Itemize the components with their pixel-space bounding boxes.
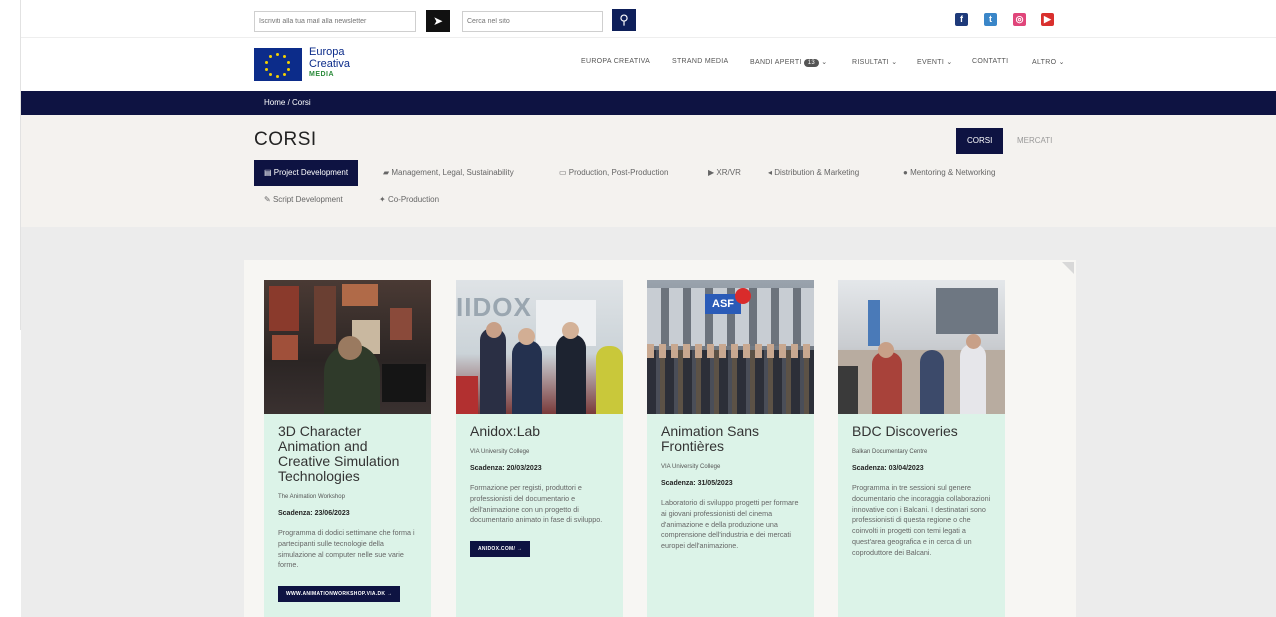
search-input[interactable] (462, 11, 603, 32)
course-card[interactable]: IIDOX Anidox:Lab VIA University College … (456, 280, 623, 617)
breadcrumb-bar: Home / Corsi (21, 91, 1276, 115)
twitter-icon[interactable]: t (984, 13, 997, 26)
tab-script-development[interactable]: ✎ Script Development (264, 187, 343, 213)
play-icon: ▶ (708, 168, 715, 177)
tab-co-production[interactable]: ✦ Co-Production (379, 187, 439, 213)
course-title[interactable]: Anidox:Lab (470, 424, 612, 439)
chevron-down-icon: ⌄ (946, 59, 953, 66)
instagram-icon[interactable]: ◎ (1013, 13, 1026, 26)
course-description: Programma in tre sessioni sul genere doc… (852, 483, 991, 557)
search-icon: ⚲ (619, 12, 629, 27)
course-deadline: Scadenza: 31/05/2023 (661, 480, 733, 487)
course-card[interactable]: ASF Animation Sans Frontières VIA Univer… (647, 280, 814, 617)
europa-creativa-logo[interactable]: Europa Creativa MEDIA (254, 46, 364, 82)
course-deadline: Scadenza: 23/06/2023 (278, 510, 350, 517)
course-website-button[interactable]: ANIDOX.COM/ → (470, 541, 531, 558)
nav-bandi-aperti[interactable]: BANDI APERTI 13 ⌄ (750, 58, 827, 67)
toggle-corsi[interactable]: CORSI (956, 128, 1004, 154)
tab-label: Project Development (273, 168, 349, 177)
newsletter-input[interactable] (254, 11, 416, 32)
tab-label: Mentoring & Networking (910, 168, 996, 177)
search-button[interactable]: ⚲ (612, 9, 636, 31)
nav-bandi-aperti-label: BANDI APERTI (750, 59, 802, 66)
course-organizer: Balkan Documentary Centre (852, 449, 928, 455)
facebook-icon[interactable]: f (955, 13, 968, 26)
nav-contatti[interactable]: CONTATTI (972, 58, 1008, 65)
newsletter-send-button[interactable]: ➤ (426, 10, 450, 32)
course-organizer: The Animation Workshop (278, 494, 345, 500)
nav-strand-media[interactable]: STRAND MEDIA (672, 58, 729, 65)
tab-project-development[interactable]: ▤ Project Development (254, 160, 359, 186)
main-header: Europa Creativa MEDIA EUROPA CREATIVA ST… (21, 38, 1276, 91)
nav-risultati[interactable]: RISULTATI ⌄ (852, 58, 897, 66)
chevron-down-icon: ⌄ (891, 59, 898, 66)
course-image: ASF (647, 280, 814, 414)
logo-text-creativa: Creativa (309, 58, 350, 70)
page-title-band: CORSI CORSI MERCATI ▤ Project Developmen… (21, 115, 1276, 227)
course-deadline: Scadenza: 20/03/2023 (470, 465, 542, 472)
tab-label: XR/VR (716, 168, 741, 177)
monitor-icon: ▭ (559, 168, 567, 177)
tab-label: Distribution & Marketing (774, 168, 860, 177)
tab-label: Production, Post-Production (568, 168, 669, 177)
course-title[interactable]: Animation Sans Frontières (661, 424, 803, 454)
logo-text-media: MEDIA (309, 71, 335, 78)
users-icon: ✦ (379, 195, 386, 204)
paper-plane-icon: ➤ (432, 14, 444, 28)
pencil-icon: ✎ (264, 195, 271, 204)
course-organizer: VIA University College (661, 464, 721, 470)
megaphone-icon: ◂ (768, 168, 773, 177)
course-title[interactable]: 3D Character Animation and Creative Simu… (278, 424, 420, 484)
nav-altro[interactable]: ALTRO ⌄ (1032, 58, 1065, 66)
tab-label: Co-Production (387, 195, 440, 204)
course-card[interactable]: BDC Discoveries Balkan Documentary Centr… (838, 280, 1005, 617)
nav-eventi-label: EVENTI (917, 59, 945, 66)
nav-eventi[interactable]: EVENTI ⌄ (917, 58, 953, 66)
document-icon: ▤ (264, 168, 272, 177)
fold-corner-icon (1062, 262, 1074, 274)
chevron-down-icon: ⌄ (821, 59, 828, 66)
eu-flag-icon (254, 48, 302, 81)
tab-label: Management, Legal, Sustainability (391, 168, 514, 177)
toggle-mercati[interactable]: MERCATI (1006, 128, 1063, 154)
logo-text-europa: Europa (309, 46, 345, 58)
tab-production-post-production[interactable]: ▭ Production, Post-Production (559, 160, 668, 186)
briefcase-icon: ▰ (383, 168, 390, 177)
nav-badge-count: 13 (803, 59, 819, 67)
left-shadow-strip (0, 0, 21, 617)
course-description: Programma di dodici settimane che forma … (278, 528, 415, 570)
course-card[interactable]: 3D Character Animation and Creative Simu… (264, 280, 431, 617)
youtube-icon[interactable]: ▶ (1041, 13, 1054, 26)
course-website-button[interactable]: WWW.ANIMATIONWORKSHOP.VIA.DK → (278, 586, 401, 603)
eye-icon: ● (903, 168, 908, 177)
nav-risultati-label: RISULTATI (852, 59, 889, 66)
course-organizer: VIA University College (470, 449, 530, 455)
nav-altro-label: ALTRO (1032, 59, 1057, 66)
tab-mentoring-networking[interactable]: ● Mentoring & Networking (903, 160, 995, 186)
tab-xr-vr[interactable]: ▶ XR/VR (708, 160, 741, 186)
course-image (838, 280, 1005, 414)
top-utility-bar: ➤ ⚲ f t ◎ ▶ (21, 0, 1276, 38)
nav-europa-creativa[interactable]: EUROPA CREATIVA (581, 58, 650, 65)
breadcrumb[interactable]: Home / Corsi (264, 98, 311, 107)
courses-area: 3D Character Animation and Creative Simu… (21, 227, 1276, 617)
page-title: CORSI (254, 129, 317, 150)
course-description: Laboratorio di sviluppo progetti per for… (661, 498, 799, 551)
course-description: Formazione per registi, produttori e pro… (470, 483, 603, 525)
courses-panel: 3D Character Animation and Creative Simu… (244, 260, 1076, 617)
tab-distribution-marketing[interactable]: ◂ Distribution & Marketing (768, 160, 859, 186)
chevron-down-icon: ⌄ (1058, 59, 1065, 66)
course-title[interactable]: BDC Discoveries (852, 424, 994, 439)
course-deadline: Scadenza: 03/04/2023 (852, 465, 924, 472)
tab-label: Script Development (272, 195, 343, 204)
image-banner-text: IIDOX (456, 292, 532, 322)
tab-management-legal-sustainability[interactable]: ▰ Management, Legal, Sustainability (383, 160, 514, 186)
course-image: IIDOX (456, 280, 623, 414)
course-image (264, 280, 431, 414)
